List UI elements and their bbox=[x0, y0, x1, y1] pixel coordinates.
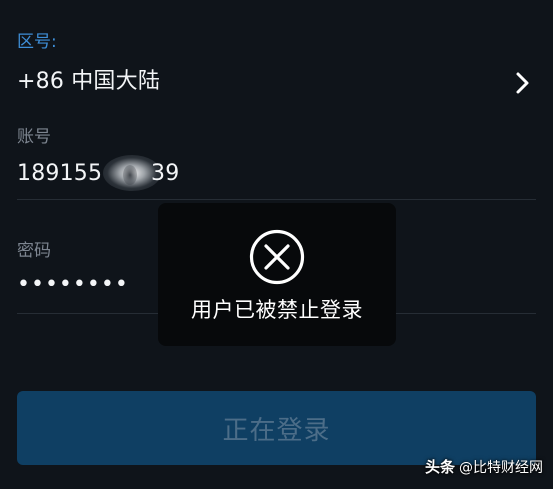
login-button-label: 正在登录 bbox=[222, 415, 331, 446]
region-value[interactable]: +86 中国大陆 bbox=[17, 71, 160, 93]
chevron-right-icon[interactable] bbox=[512, 70, 534, 96]
circle-x-icon bbox=[249, 229, 305, 285]
account-field[interactable]: 189155 39 bbox=[17, 155, 536, 195]
password-value: •••••••• bbox=[17, 272, 129, 297]
account-divider bbox=[17, 199, 536, 200]
watermark: 头条 @比特财经网 bbox=[425, 456, 543, 477]
toast-message: 用户已被禁止登录 bbox=[191, 298, 363, 322]
toast: 用户已被禁止登录 bbox=[158, 203, 396, 346]
account-value-end: 39 bbox=[151, 161, 180, 186]
redaction-blur-dark bbox=[123, 165, 137, 185]
region-label: 区号: bbox=[17, 32, 57, 52]
password-label: 密码 bbox=[17, 241, 51, 261]
login-button[interactable]: 正在登录 bbox=[17, 391, 536, 465]
watermark-brand: 头条 bbox=[424, 458, 455, 476]
watermark-handle: @比特财经网 bbox=[459, 460, 543, 476]
account-value-start: 189155 bbox=[17, 161, 103, 186]
account-label: 账号 bbox=[17, 127, 51, 147]
